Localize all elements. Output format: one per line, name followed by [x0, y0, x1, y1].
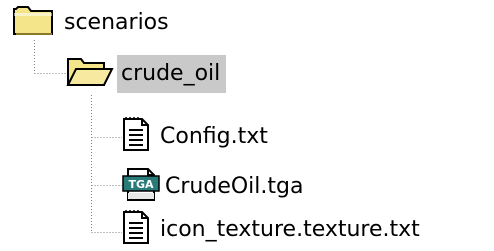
tree-item-crudeoil-tga[interactable]: TGA CrudeOil.tga [122, 168, 303, 206]
tree-item-config-txt[interactable]: Config.txt [122, 116, 268, 158]
text-file-icon [122, 116, 150, 158]
tree-item-label: CrudeOil.tga [165, 174, 304, 199]
tree-item-label: scenarios [64, 10, 169, 35]
tree-item-crude-oil[interactable]: crude_oil [66, 53, 227, 95]
folder-closed-icon [12, 3, 56, 43]
tga-badge-text: TGA [128, 178, 154, 191]
text-file-icon [122, 209, 150, 251]
file-tree: scenarios crude_oil Config.txt TGA Crude… [0, 0, 494, 251]
tree-item-scenarios[interactable]: scenarios [12, 6, 169, 40]
tga-file-icon: TGA [122, 166, 162, 208]
tree-item-label: Config.txt [160, 124, 268, 149]
tree-item-label: icon_texture.texture.txt [160, 217, 420, 242]
tree-item-label: crude_oil [117, 55, 227, 93]
folder-open-icon [66, 53, 114, 95]
tree-item-icon-texture-txt[interactable]: icon_texture.texture.txt [122, 209, 420, 251]
